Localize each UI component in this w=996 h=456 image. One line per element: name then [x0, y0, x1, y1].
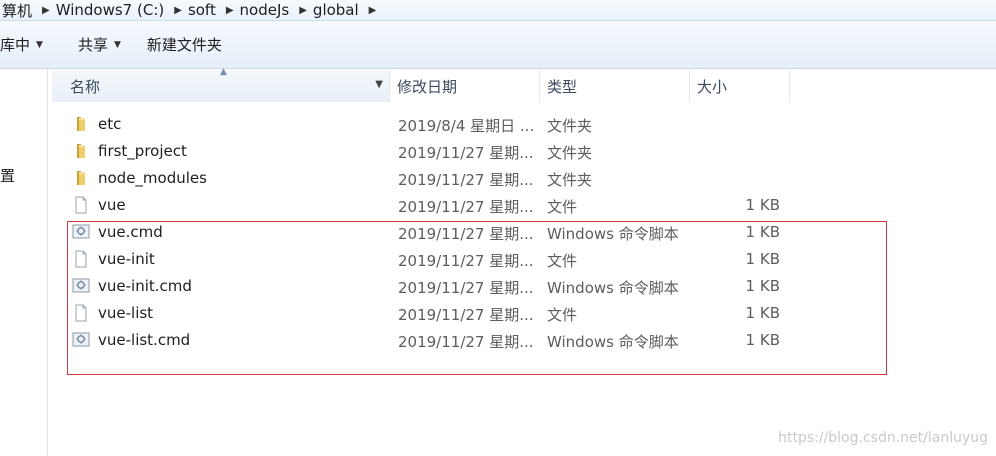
file-modified-date: 2019/11/27 星期...	[398, 198, 534, 216]
file-size: 1 KB	[745, 277, 780, 295]
file-name: first_project	[98, 142, 187, 160]
column-header-size[interactable]: 大小	[690, 70, 790, 102]
file-list-item[interactable]: node_modules 2019/11/27 星期... 文件夹	[52, 165, 812, 192]
breadcrumb: 算机 ▶ Windows7 (C:) ▶ soft ▶ nodeJs ▶ glo…	[0, 0, 996, 21]
breadcrumb-item-drive[interactable]: Windows7 (C:)	[54, 0, 171, 20]
file-list-item[interactable]: etc 2019/8/4 星期日 ... 文件夹	[52, 111, 812, 138]
cmd-script-icon	[72, 331, 90, 349]
file-icon	[72, 250, 90, 268]
chevron-down-icon: ▼	[113, 39, 121, 50]
file-list: etc 2019/8/4 星期日 ... 文件夹 first_project 2019/…	[52, 111, 812, 354]
breadcrumb-item-soft[interactable]: soft	[186, 0, 222, 20]
breadcrumb-separator-icon[interactable]: ▶	[170, 5, 186, 16]
breadcrumb-item-nodejs[interactable]: nodeJs	[238, 0, 296, 20]
file-list-item[interactable]: vue-init.cmd 2019/11/27 星期... Windows 命令脚本…	[52, 273, 812, 300]
chevron-down-icon: ▼	[36, 39, 43, 50]
file-list-item[interactable]: vue 2019/11/27 星期... 文件 1 KB	[52, 192, 812, 219]
file-type: 文件夹	[547, 171, 593, 189]
file-name: node_modules	[98, 169, 207, 187]
file-icon	[72, 304, 90, 322]
column-header-row: ▲ 名称 ▼ 修改日期 类型 大小	[52, 67, 792, 102]
include-in-library-button[interactable]: 库中 ▼	[0, 31, 53, 59]
file-type: Windows 命令脚本	[547, 279, 679, 297]
file-modified-date: 2019/8/4 星期日 ...	[398, 117, 535, 135]
file-list-item[interactable]: vue.cmd 2019/11/27 星期... Windows 命令脚本 1 KB	[52, 219, 812, 246]
breadcrumb-item-global[interactable]: global	[311, 0, 365, 20]
file-modified-date: 2019/11/27 星期...	[398, 144, 534, 162]
column-header-size-label: 大小	[697, 77, 728, 96]
file-size: 1 KB	[745, 304, 780, 322]
include-in-library-label: 库中	[0, 36, 31, 54]
file-name: vue-list	[98, 304, 154, 322]
file-list-item[interactable]: vue-list.cmd 2019/11/27 星期... Windows 命令脚本…	[52, 327, 812, 354]
folder-icon	[72, 115, 90, 133]
file-type: 文件夹	[547, 117, 593, 135]
file-type: 文件	[547, 252, 578, 270]
file-modified-date: 2019/11/27 星期...	[398, 279, 534, 297]
column-header-name-label: 名称	[70, 77, 101, 96]
navigation-pane[interactable]: 置	[0, 69, 48, 456]
chevron-down-icon[interactable]: ▼	[375, 79, 383, 90]
file-type: Windows 命令脚本	[547, 225, 679, 243]
file-icon	[72, 196, 90, 214]
column-header-type-label: 类型	[547, 77, 578, 96]
file-list-item[interactable]: vue-list 2019/11/27 星期... 文件 1 KB	[52, 300, 812, 327]
breadcrumb-item-computer[interactable]: 算机	[0, 0, 38, 20]
new-folder-button[interactable]: 新建文件夹	[137, 31, 232, 59]
file-type: 文件	[547, 306, 578, 324]
share-label: 共享	[77, 36, 108, 54]
folder-icon	[72, 142, 90, 160]
file-size: 1 KB	[745, 331, 780, 349]
file-modified-date: 2019/11/27 星期...	[398, 171, 534, 189]
file-list-item[interactable]: first_project 2019/11/27 星期... 文件夹	[52, 138, 812, 165]
file-size: 1 KB	[745, 223, 780, 241]
file-name: vue-list.cmd	[98, 331, 191, 349]
file-type: Windows 命令脚本	[547, 333, 679, 351]
command-toolbar: 库中 ▼ 共享 ▼ 新建文件夹	[0, 21, 996, 69]
breadcrumb-separator-icon[interactable]: ▶	[295, 5, 311, 16]
file-name: vue	[98, 196, 126, 214]
file-name: vue-init.cmd	[98, 277, 192, 295]
file-name: vue-init	[98, 250, 155, 268]
column-header-date-label: 修改日期	[397, 77, 458, 96]
cmd-script-icon	[72, 223, 90, 241]
file-list-item[interactable]: vue-init 2019/11/27 星期... 文件 1 KB	[52, 246, 812, 273]
sort-ascending-icon: ▲	[220, 67, 227, 77]
column-header-type[interactable]: 类型	[540, 70, 690, 102]
file-size: 1 KB	[745, 250, 780, 268]
breadcrumb-separator-icon[interactable]: ▶	[38, 5, 54, 16]
column-header-date[interactable]: 修改日期	[390, 70, 540, 102]
nav-item-location[interactable]: 置	[0, 165, 15, 186]
breadcrumb-separator-icon[interactable]: ▶	[365, 5, 381, 16]
file-modified-date: 2019/11/27 星期...	[398, 225, 534, 243]
watermark: https://blog.csdn.net/lanluyug	[778, 430, 988, 446]
file-name: vue.cmd	[98, 223, 163, 241]
explorer-window: 算机 ▶ Windows7 (C:) ▶ soft ▶ nodeJs ▶ glo…	[0, 0, 996, 456]
new-folder-label: 新建文件夹	[146, 36, 222, 54]
file-modified-date: 2019/11/27 星期...	[398, 333, 534, 351]
share-button[interactable]: 共享 ▼	[68, 31, 131, 59]
file-type: 文件夹	[547, 144, 593, 162]
column-header-name[interactable]: ▲ 名称 ▼	[52, 67, 390, 102]
file-type: 文件	[547, 198, 578, 216]
breadcrumb-separator-icon[interactable]: ▶	[222, 5, 238, 16]
folder-icon	[72, 169, 90, 187]
file-size: 1 KB	[745, 196, 780, 214]
cmd-script-icon	[72, 277, 90, 295]
file-modified-date: 2019/11/27 星期...	[398, 306, 534, 324]
file-name: etc	[98, 115, 122, 133]
file-modified-date: 2019/11/27 星期...	[398, 252, 534, 270]
